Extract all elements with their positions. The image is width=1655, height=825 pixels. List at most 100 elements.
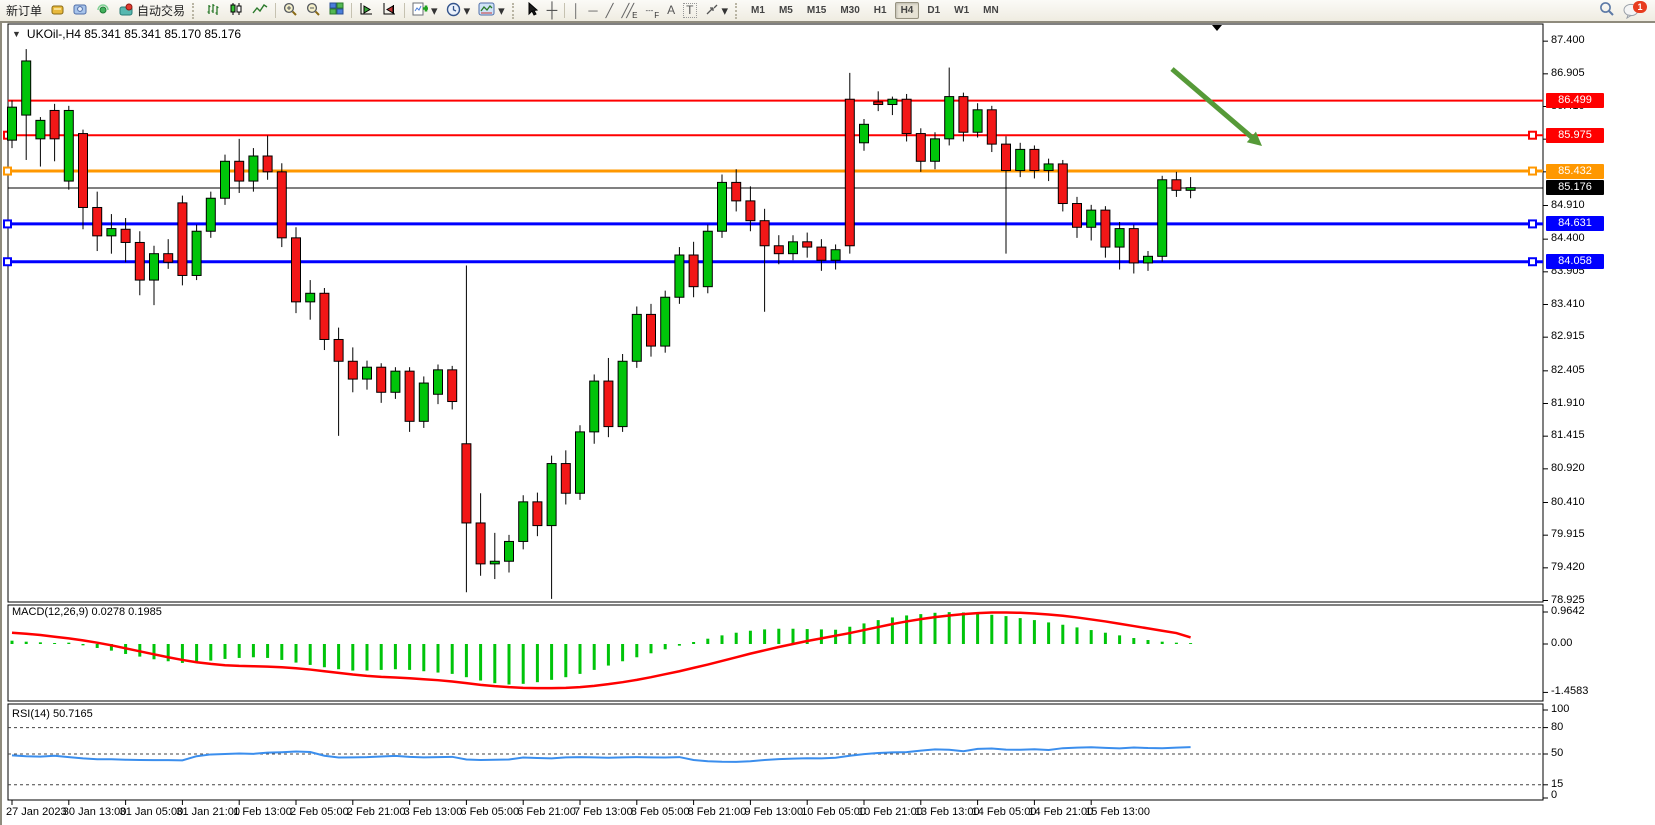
level-handle-right[interactable] (1529, 168, 1536, 175)
horizontal-line-icon: ─ (588, 4, 597, 17)
timeframe-button-m15[interactable]: M15 (801, 2, 832, 19)
equidistant-channel-icon: ╱╱ (621, 4, 631, 17)
candlestick-chart-icon (229, 2, 244, 19)
timeframe-button-mn[interactable]: MN (977, 2, 1005, 19)
zoom-out-icon (306, 2, 321, 20)
auto-trading-button[interactable]: 自动交易 (115, 0, 189, 21)
auto-scroll-icon (359, 2, 374, 19)
timeframe-button-w1[interactable]: W1 (948, 2, 975, 19)
timeframe-button-m5[interactable]: M5 (773, 2, 799, 19)
tile-windows-icon (329, 2, 344, 19)
zoom-out-button[interactable] (302, 0, 325, 21)
timeframe-button-h4[interactable]: H4 (895, 2, 920, 19)
level-handle-left[interactable] (4, 220, 11, 227)
label-tool-button[interactable]: T (679, 0, 700, 21)
candle-body (703, 231, 712, 286)
time-axis-label: 9 Feb 13:00 (744, 806, 803, 818)
timeframe-button-m30[interactable]: M30 (834, 2, 865, 19)
level-handle-left[interactable] (4, 168, 11, 175)
rsi-axis-label: 80 (1551, 721, 1563, 733)
chart-shift-button[interactable] (378, 0, 401, 21)
candle-body (618, 361, 627, 426)
level-handle-right[interactable] (1529, 220, 1536, 227)
candle-body (249, 156, 258, 181)
level-handle-right[interactable] (1529, 258, 1536, 265)
rsi-line (12, 747, 1191, 762)
trendline-tool-button[interactable]: ╱ (602, 0, 618, 21)
main-toolbar: 新订单 自动交易 (0, 0, 1655, 22)
templates-button[interactable]: ▾ (474, 0, 509, 21)
candle-body (760, 221, 769, 246)
cursor-tool-button[interactable] (522, 0, 543, 21)
candle-body (292, 238, 301, 302)
candle-body (150, 254, 159, 280)
toolbar-grip[interactable] (512, 3, 519, 19)
candle-body (874, 102, 883, 105)
candle-body (1058, 164, 1067, 204)
text-tool-button[interactable]: A (663, 0, 679, 21)
crosshair-tool-button[interactable]: ┼ (543, 0, 562, 21)
level-handle-left[interactable] (4, 258, 11, 265)
candle-body (22, 61, 31, 115)
notifications-button[interactable]: 1 (1619, 0, 1649, 21)
template-icon (478, 2, 495, 19)
time-axis-label: 7 Feb 13:00 (574, 806, 633, 818)
candle-body (817, 247, 826, 260)
vertical-line-tool-button[interactable]: │ (568, 0, 584, 21)
candle-body (1158, 180, 1167, 257)
candle-body (1087, 210, 1096, 227)
candle-body (107, 229, 116, 236)
chart-canvas[interactable] (0, 22, 1655, 825)
candle-body (1101, 210, 1110, 247)
candle-body (774, 246, 783, 254)
candle-body (462, 444, 471, 523)
horizontal-line-tool-button[interactable]: ─ (584, 0, 601, 21)
new-order-button[interactable]: 新订单 (2, 0, 46, 21)
channel-tool-button[interactable]: ╱╱ E (617, 0, 641, 21)
candle-body (888, 99, 897, 104)
label-tool-icon: T (683, 3, 696, 18)
periods-button[interactable]: ▾ (442, 0, 475, 21)
trendline-icon: ╱ (606, 4, 614, 17)
chart-collapse-icon[interactable]: ▼ (12, 29, 21, 39)
toolbar-grip[interactable] (735, 3, 742, 19)
level-handle-right[interactable] (1529, 132, 1536, 139)
toolbar-separator (351, 3, 352, 18)
arrows-tool-button[interactable]: ▾ (701, 0, 733, 21)
toolbar-grip[interactable] (192, 3, 199, 19)
dropdown-arrow-icon[interactable]: ▾ (498, 4, 505, 17)
fibonacci-tool-button[interactable]: ┄ F (641, 0, 663, 21)
candle-body (1073, 204, 1082, 228)
price-axis-tick-label: 82.915 (1551, 330, 1585, 342)
trend-arrow-line[interactable] (1172, 69, 1256, 141)
terminal-button[interactable] (69, 0, 92, 21)
timeframe-button-h1[interactable]: H1 (868, 2, 893, 19)
clock-icon (446, 2, 461, 20)
rsi-axis-label: 50 (1551, 747, 1563, 759)
price-level-badge: 86.499 (1546, 93, 1604, 108)
candle-body (405, 371, 414, 421)
auto-scroll-button[interactable] (355, 0, 378, 21)
timeframe-button-m1[interactable]: M1 (745, 2, 771, 19)
line-chart-button[interactable] (248, 0, 272, 21)
vertical-line-icon: │ (572, 4, 580, 17)
indicators-button[interactable]: ▾ (408, 0, 442, 21)
dropdown-arrow-icon[interactable]: ▾ (464, 4, 471, 17)
timeframe-button-d1[interactable]: D1 (921, 2, 946, 19)
bar-chart-button[interactable] (202, 0, 225, 21)
time-axis-label: 6 Feb 05:00 (460, 806, 519, 818)
dropdown-arrow-icon[interactable]: ▾ (722, 4, 729, 17)
dropdown-arrow-icon[interactable]: ▾ (431, 4, 438, 17)
signal-button[interactable] (92, 0, 115, 21)
toolbar-separator (564, 3, 565, 18)
gold-chip-icon (50, 3, 65, 19)
candlestick-chart-button[interactable] (225, 0, 248, 21)
macd-axis-label: 0.9642 (1551, 605, 1585, 617)
zoom-in-button[interactable] (279, 0, 302, 21)
auto-trading-label: 自动交易 (137, 2, 185, 19)
candle-body (1186, 188, 1195, 191)
gold-panel-button[interactable] (46, 0, 69, 21)
search-button[interactable] (1595, 0, 1619, 21)
tile-windows-button[interactable] (325, 0, 348, 21)
object-anchor-marker[interactable] (1212, 25, 1222, 31)
